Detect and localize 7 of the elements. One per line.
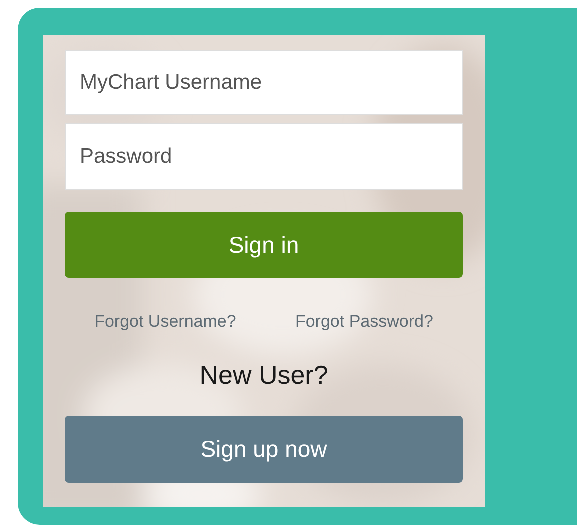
forgot-link[interactable]: Forgot Username? [94, 312, 236, 332]
new-user-heading: New User? [198, 360, 330, 391]
forgot-link[interactable]: Forgot Password? [295, 312, 434, 332]
sign-up-button[interactable]: Sign up now [65, 416, 463, 483]
username-field[interactable]: MyChart Username [65, 50, 463, 115]
sign-in-button[interactable]: Sign in [65, 212, 463, 278]
password-field[interactable]: Password [65, 123, 463, 190]
